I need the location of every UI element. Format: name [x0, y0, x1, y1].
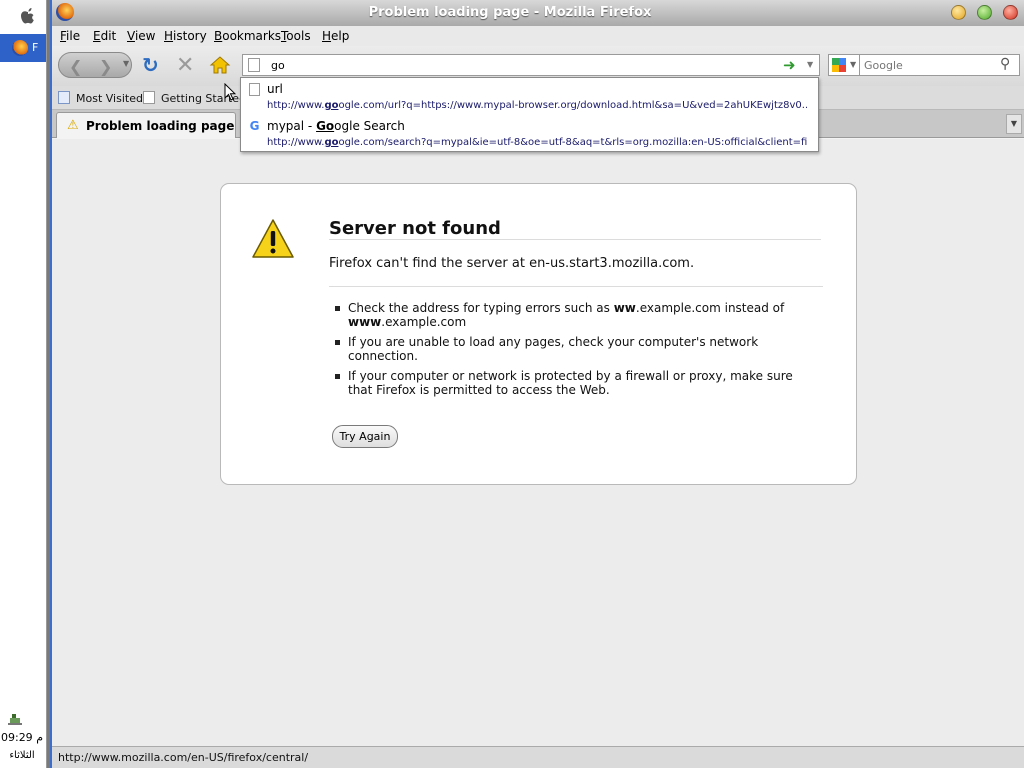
back-arrow-icon[interactable]: ❮: [69, 57, 82, 76]
forward-arrow-icon[interactable]: ❯: [99, 57, 112, 76]
bookmark-label: Most Visited: [76, 92, 143, 105]
menu-tools[interactable]: Tools: [281, 29, 311, 43]
apple-icon[interactable]: [18, 5, 38, 25]
error-title: Server not found: [329, 218, 501, 239]
try-again-button[interactable]: Try Again: [332, 425, 398, 448]
menu-file[interactable]: File: [60, 29, 80, 43]
warning-icon: ⚠: [67, 118, 79, 133]
error-description: Firefox can't find the server at en-us.s…: [329, 256, 695, 271]
autocomplete-item[interactable]: G mypal - Google Search http://www.googl…: [241, 115, 818, 152]
menu-view[interactable]: View: [127, 29, 155, 43]
search-input[interactable]: [864, 58, 994, 72]
tab-list-dropdown[interactable]: ▼: [1006, 114, 1022, 134]
suggestion-title: url: [267, 82, 283, 96]
page-content: Server not found Firefox can't find the …: [52, 139, 1024, 746]
error-box: Server not found Firefox can't find the …: [220, 183, 857, 485]
google-icon: G: [249, 119, 260, 133]
go-arrow-icon[interactable]: ➜: [783, 56, 796, 74]
suggestion-url: http://www.google.com/url?q=https://www.…: [267, 100, 807, 111]
title-bar[interactable]: Problem loading page - Mozilla Firefox: [52, 0, 1024, 26]
list-item: Check the address for typing errors such…: [333, 301, 803, 329]
taskbar-item-label: F: [32, 41, 39, 54]
firefox-icon: [12, 40, 28, 56]
menu-bookmarks[interactable]: Bookmarks: [214, 29, 281, 43]
divider: [329, 286, 823, 287]
chevron-down-icon: ▼: [850, 60, 857, 69]
menu-help[interactable]: Help: [322, 29, 349, 43]
divider: [329, 239, 821, 240]
page-icon: [143, 91, 155, 104]
minimize-button[interactable]: [951, 5, 966, 20]
google-icon: [832, 58, 846, 72]
url-input-text[interactable]: go: [271, 59, 285, 72]
error-suggestions-list: Check the address for typing errors such…: [333, 301, 803, 403]
bookmark-most-visited[interactable]: Most Visited: [58, 91, 143, 105]
os-taskbar: F 09:29 م الثلاثاء: [0, 0, 47, 768]
menu-bar: File Edit View History Bookmarks Tools H…: [52, 26, 1024, 46]
stop-icon[interactable]: ✕: [176, 53, 194, 78]
status-text: http://www.mozilla.com/en-US/firefox/cen…: [58, 751, 309, 764]
url-history-dropdown-icon[interactable]: ▼: [807, 60, 813, 69]
url-bar[interactable]: go ➜ ▼: [242, 54, 820, 76]
menu-history[interactable]: History: [164, 29, 207, 43]
tab-label: Problem loading page: [86, 119, 235, 133]
clock[interactable]: 09:29 م: [0, 731, 44, 744]
mouse-cursor-icon: [224, 83, 236, 101]
search-engine-selector[interactable]: ▼: [828, 54, 860, 76]
menu-edit[interactable]: Edit: [93, 29, 116, 43]
url-autocomplete-popup: url http://www.google.com/url?q=https://…: [240, 77, 819, 152]
autocomplete-item[interactable]: url http://www.google.com/url?q=https://…: [241, 78, 818, 115]
list-item: If your computer or network is protected…: [333, 369, 803, 397]
suggestion-url: http://www.google.com/search?q=mypal&ie=…: [267, 137, 807, 148]
suggestion-title: mypal - Google Search: [267, 119, 405, 133]
magnifier-icon[interactable]: ⚲: [1000, 56, 1010, 72]
folder-icon: [58, 91, 70, 104]
search-bar[interactable]: ⚲: [860, 54, 1020, 76]
maximize-button[interactable]: [977, 5, 992, 20]
taskbar-firefox-item[interactable]: F: [0, 34, 46, 62]
reload-icon[interactable]: ↻: [142, 55, 162, 75]
list-item: If you are unable to load any pages, che…: [333, 335, 803, 363]
network-icon[interactable]: [8, 712, 22, 726]
clock-day: الثلاثاء: [9, 750, 35, 761]
page-icon: [248, 58, 260, 72]
close-button[interactable]: [1003, 5, 1018, 20]
window-title: Problem loading page - Mozilla Firefox: [368, 5, 652, 20]
home-icon[interactable]: [209, 55, 231, 75]
history-dropdown-icon[interactable]: ▼: [123, 59, 129, 68]
status-bar: http://www.mozilla.com/en-US/firefox/cen…: [52, 746, 1024, 768]
page-icon: [249, 83, 260, 96]
warning-icon: [252, 219, 294, 258]
back-forward-group: ❮ ❯ ▼: [58, 52, 132, 78]
tab-problem-loading[interactable]: ⚠ Problem loading page: [56, 112, 236, 138]
